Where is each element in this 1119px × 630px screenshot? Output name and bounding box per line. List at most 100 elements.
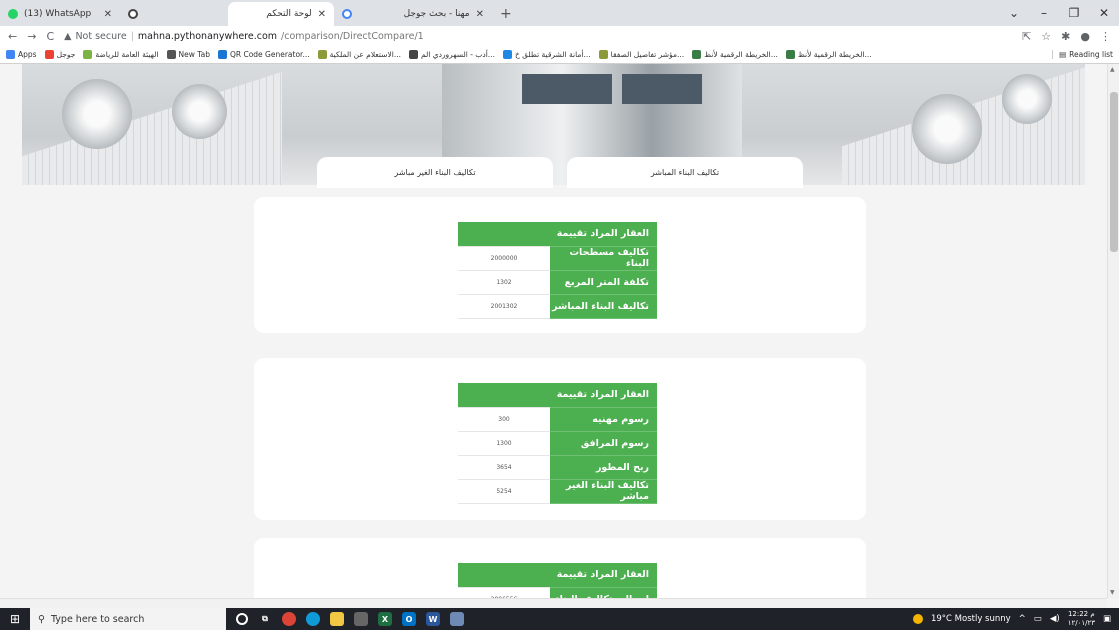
close-icon[interactable]: ✕ — [476, 9, 484, 20]
windows-start-icon[interactable]: ⊞ — [0, 612, 30, 626]
star-icon[interactable]: ☆ — [1041, 30, 1051, 43]
tab-direct-costs[interactable]: تكاليف البناء المباشر — [567, 157, 803, 188]
tray-chevron-icon[interactable]: ^ — [1019, 614, 1026, 624]
share-icon[interactable]: ⇱ — [1022, 30, 1031, 43]
header-empty-cell — [458, 383, 550, 408]
table-row: 300 رسوم مهنيه — [458, 407, 657, 432]
chrome-icon[interactable] — [282, 612, 296, 626]
bookmark-google[interactable]: جوجل — [44, 50, 75, 59]
table-header-label: العقار المراد تقييمة — [550, 563, 657, 588]
tab-google-search[interactable]: مهنا - بحث جوجل ✕ — [334, 2, 492, 26]
indirect-costs-card: العقار المراد تقييمة 300 رسوم مهنيه 1300… — [254, 358, 866, 520]
tab-search-icon[interactable]: ⌄ — [999, 6, 1029, 20]
forward-icon[interactable]: → — [27, 30, 36, 43]
edge-icon[interactable] — [306, 612, 320, 626]
toolbar-icons: ⇱ ☆ ✱ ● ⋮ — [1022, 30, 1111, 43]
close-window-button[interactable]: ✕ — [1089, 6, 1119, 20]
network-icon[interactable]: ▭ — [1034, 614, 1042, 624]
notifications-icon[interactable]: ▣ — [1103, 614, 1111, 624]
maximize-button[interactable]: ❐ — [1059, 6, 1089, 20]
table-cell-value: 2006556 — [458, 587, 550, 598]
table-row: 2001302 تكاليف البناء المباشر — [458, 294, 657, 319]
taskbar-apps: ⧉ X O W — [236, 612, 464, 626]
tab-indirect-costs[interactable]: تكاليف البناء الغير مباشر — [317, 157, 553, 188]
volume-icon[interactable]: ◀) — [1050, 614, 1060, 624]
notepad-icon[interactable] — [450, 612, 464, 626]
table-row: 3654 ربح المطور — [458, 455, 657, 480]
header-empty-cell — [458, 222, 550, 247]
bookmark-new-tab[interactable]: New Tab — [166, 50, 210, 59]
bookmark-digital-map-2[interactable]: الخريطة الرقمية لأنظ... — [785, 50, 872, 59]
close-icon[interactable]: ✕ — [104, 9, 112, 20]
globe-icon — [128, 9, 138, 19]
vertical-scrollbar[interactable]: ▲ ▼ — [1107, 64, 1119, 598]
weather-widget[interactable]: 19°C Mostly sunny — [931, 614, 1011, 624]
reload-icon[interactable]: C — [46, 30, 54, 43]
cortana-icon[interactable] — [236, 613, 248, 625]
table-row: 2006556 إجمالي تكاليف البناء — [458, 587, 657, 598]
tab-whatsapp[interactable]: (13) WhatsApp ✕ — [0, 2, 120, 26]
reading-list-button[interactable]: ▤ Reading list — [1052, 50, 1113, 59]
windows-taskbar: ⊞ ⚲ Type here to search ⧉ X O W 19°C Mos… — [0, 608, 1119, 630]
table-cell-label: ربح المطور — [550, 455, 657, 480]
bookmark-eastern-amanah[interactable]: أمانة الشرقية تطلق خ... — [502, 50, 591, 59]
warning-icon: ▲ — [64, 30, 72, 42]
scrollbar-thumb[interactable] — [1110, 92, 1118, 252]
window-controls: ⌄ – ❐ ✕ — [999, 0, 1119, 26]
excel-icon[interactable]: X — [378, 612, 392, 626]
task-view-icon[interactable]: ⧉ — [258, 612, 272, 626]
bookmark-sports-authority[interactable]: الهيئة العامة للرياضة — [83, 50, 159, 59]
store-icon[interactable] — [354, 612, 368, 626]
close-icon[interactable]: ✕ — [318, 9, 326, 20]
map-logo-icon — [692, 50, 702, 59]
address-bar[interactable]: ▲ Not secure | mahna.pythonanywhere.com /… — [64, 31, 1012, 42]
table-row: 5254 تكاليف البناء الغير مباشر — [458, 479, 657, 504]
menu-icon[interactable]: ⋮ — [1100, 30, 1111, 43]
extensions-icon[interactable]: ✱ — [1061, 30, 1070, 43]
search-icon: ⚲ — [38, 613, 45, 625]
horizontal-scrollbar[interactable] — [0, 598, 1107, 608]
bookmarks-bar: Apps جوجل الهيئة العامة للرياضة New Tab … — [0, 46, 1119, 64]
table-cell-value: 1300 — [458, 431, 550, 456]
globe-icon — [408, 50, 418, 59]
bookmark-digital-map-1[interactable]: الخريطة الرقمية لأنظ... — [692, 50, 778, 59]
apps-grid-icon — [6, 50, 15, 59]
new-tab-button[interactable]: + — [492, 2, 520, 26]
weather-sun-icon — [912, 614, 923, 624]
back-icon[interactable]: ← — [8, 30, 17, 43]
browser-tab-strip: (13) WhatsApp ✕ لوحة التحكم ✕ مهنا - بحث… — [0, 0, 1119, 26]
table-cell-label: تكاليف البناء الغير مباشر — [550, 479, 657, 504]
word-icon[interactable]: W — [426, 612, 440, 626]
file-explorer-icon[interactable] — [330, 612, 344, 626]
scroll-down-icon[interactable]: ▼ — [1110, 589, 1115, 596]
minimize-button[interactable]: – — [1029, 6, 1059, 20]
bookmark-suhrawardi[interactable]: أدب - السهروردي الم... — [408, 50, 495, 59]
direct-costs-card: العقار المراد تقييمة 2000000 تكاليف مسطح… — [254, 197, 866, 333]
tab-dashboard[interactable]: لوحة التحكم ✕ — [228, 2, 334, 26]
table-header-row: العقار المراد تقييمة — [458, 563, 657, 588]
system-clock[interactable]: 12:22 م ١٢/٠١/٢٣ — [1068, 610, 1095, 628]
amanah-logo-icon — [502, 50, 512, 59]
hero-banner-image — [22, 64, 1085, 185]
table-header-label: العقار المراد تقييمة — [550, 383, 657, 408]
bookmark-deals-index[interactable]: مؤشر تفاصيل الصفقا... — [598, 50, 684, 59]
table-cell-value: 3654 — [458, 455, 550, 480]
url-host: mahna.pythonanywhere.com — [137, 30, 278, 42]
bookmark-qr-generator[interactable]: QR Code Generator... — [217, 50, 310, 59]
outlook-icon[interactable]: O — [402, 612, 416, 626]
ministry-logo-icon — [317, 50, 327, 59]
table-cell-value: 1302 — [458, 270, 550, 295]
table-row: 1302 تكلفة المتر المربع — [458, 270, 657, 295]
bookmark-apps[interactable]: Apps — [6, 50, 37, 59]
google-icon — [44, 50, 54, 59]
bookmark-ownership-inquiry[interactable]: الاستعلام عن الملكية... — [317, 50, 401, 59]
table-cell-label: رسوم مهنيه — [550, 407, 657, 432]
table-cell-label: تكاليف مسطحات البناء — [550, 246, 657, 271]
browser-toolbar: ← → C ▲ Not secure | mahna.pythonanywher… — [0, 26, 1119, 46]
profile-avatar-icon[interactable]: ● — [1080, 30, 1090, 43]
scroll-up-icon[interactable]: ▲ — [1110, 66, 1115, 73]
security-status[interactable]: Not secure — [75, 31, 126, 42]
tab-blank[interactable] — [120, 2, 228, 26]
table-cell-value: 300 — [458, 407, 550, 432]
taskbar-search-box[interactable]: ⚲ Type here to search — [30, 608, 226, 630]
